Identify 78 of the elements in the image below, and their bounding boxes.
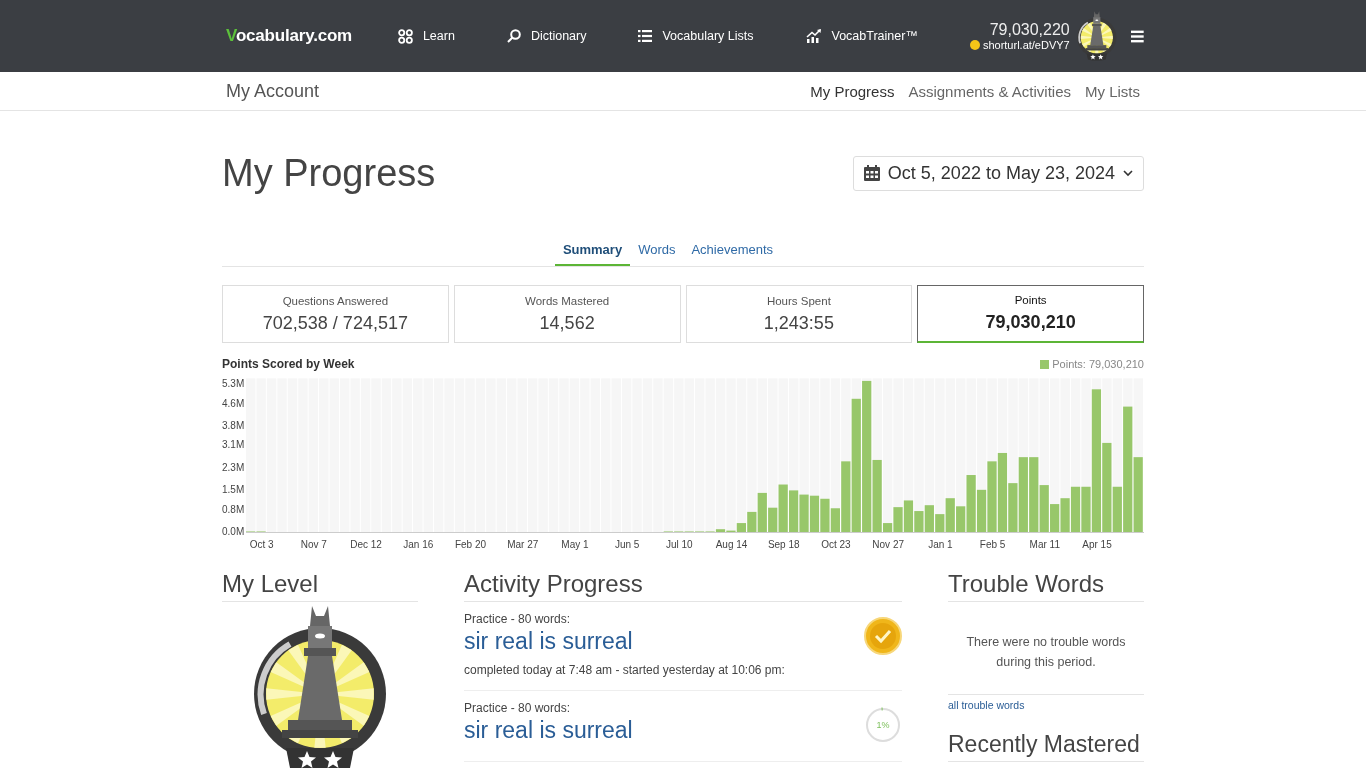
menu-icon[interactable] xyxy=(1131,29,1144,43)
nav-link[interactable]: Learn xyxy=(397,28,455,44)
section-heading: Recently Mastered xyxy=(948,731,1144,762)
account-tab[interactable]: My Progress xyxy=(810,82,895,100)
activity-type: Practice - 80 words: xyxy=(464,701,572,715)
account-tab[interactable]: My Lists xyxy=(1085,82,1140,100)
summary-tab[interactable]: Achievements xyxy=(683,242,782,266)
x-axis-label: Jun 5 xyxy=(614,539,640,550)
progress-percent: 1% xyxy=(876,720,890,730)
y-axis-label: 1.5M xyxy=(222,484,245,496)
activity-title-link[interactable]: sir real is surreal xyxy=(464,717,633,744)
emoji-face-icon xyxy=(969,40,980,50)
section-heading: Trouble Words xyxy=(948,570,1144,602)
x-axis-label: Mar 27 xyxy=(507,539,539,550)
account-tab[interactable]: Assignments & Activities xyxy=(908,82,1071,100)
stat-label: Words Mastered xyxy=(525,294,610,307)
empty-message: There were no trouble words during this period. xyxy=(948,602,1144,695)
x-axis-label: Mar 11 xyxy=(1029,539,1060,550)
x-axis-label: Oct 23 xyxy=(821,539,851,550)
activity-detail: completed today at 7:48 am - started yesterday at 10:06 pm: xyxy=(464,663,785,677)
bar xyxy=(1060,498,1070,532)
bar xyxy=(809,495,820,532)
grid-icon xyxy=(397,28,413,44)
logo[interactable]: Vocabulary.com xyxy=(226,26,398,46)
section-heading: Activity Progress xyxy=(464,570,902,602)
bar xyxy=(799,494,809,532)
nav-link[interactable]: Vocabulary Lists xyxy=(638,28,754,44)
x-axis-label: Jan 16 xyxy=(403,539,434,550)
x-axis-label: Jul 10 xyxy=(666,539,693,550)
y-axis-label: 3.1M xyxy=(222,439,245,451)
stat-value: 14,562 xyxy=(539,312,595,334)
x-axis-label: Nov 7 xyxy=(300,539,327,550)
activity-type: Practice - 80 words: xyxy=(464,612,572,626)
y-axis-label: 0.8M xyxy=(222,503,245,515)
x-axis-label: Apr 15 xyxy=(1082,539,1112,550)
legend-label: Points: 79,030,210 xyxy=(1052,358,1144,370)
activity-title-link[interactable]: sir real is surreal xyxy=(464,628,785,655)
x-axis-label: Feb 20 xyxy=(454,539,487,550)
x-axis-label: Aug 14 xyxy=(715,539,748,550)
stat-value: 702,538 / 724,517 xyxy=(262,312,408,334)
x-axis-label: May 1 xyxy=(561,539,589,550)
page-title: My Progress xyxy=(222,151,436,195)
x-axis-label: Dec 12 xyxy=(350,539,382,550)
y-axis-label: 5.3M xyxy=(222,378,245,389)
y-axis-label: 2.3M xyxy=(222,461,245,473)
stat-label: Questions Answered xyxy=(282,294,389,307)
stat-label: Points xyxy=(1014,294,1047,306)
section-title: My Account xyxy=(226,80,321,102)
search-icon xyxy=(506,29,521,43)
summary-tab[interactable]: Summary xyxy=(554,242,631,266)
calendar-icon xyxy=(863,165,880,181)
section-heading: My Level xyxy=(222,570,418,602)
chart-title: Points Scored by Week xyxy=(222,357,355,371)
stat-value: 1,243:55 xyxy=(763,312,834,334)
y-axis-label: 0.0M xyxy=(222,526,245,537)
stat-value: 79,030,210 xyxy=(985,312,1076,333)
date-range-picker[interactable]: Oct 5, 2022 to May 23, 2024 xyxy=(852,155,1144,191)
stat-label: Hours Spent xyxy=(766,294,831,307)
bar xyxy=(820,498,830,532)
username[interactable]: shorturl.at/eDVY7 xyxy=(982,39,1070,51)
chart-icon xyxy=(805,29,822,43)
y-axis-label: 4.6M xyxy=(222,397,245,409)
trouble-words-link[interactable]: all trouble words xyxy=(948,699,1025,711)
bar xyxy=(789,490,799,532)
summary-tab[interactable]: Words xyxy=(630,242,684,266)
nav-link[interactable]: VocabTrainer™ xyxy=(805,28,918,44)
nav-link[interactable]: Dictionary xyxy=(506,28,587,44)
x-axis-label: Sep 18 xyxy=(767,539,800,550)
x-axis-label: Nov 27 xyxy=(872,539,904,550)
y-axis-label: 3.8M xyxy=(222,419,245,431)
points-total: 79,030,220 xyxy=(989,21,1070,39)
list-icon xyxy=(638,30,653,42)
x-axis-label: Feb 5 xyxy=(979,539,1006,550)
chevron-down-icon xyxy=(1123,169,1133,177)
bar xyxy=(1070,486,1081,532)
x-axis-label: Jan 1 xyxy=(928,539,953,550)
x-axis-label: Oct 3 xyxy=(249,539,274,550)
check-badge-icon xyxy=(864,617,902,655)
